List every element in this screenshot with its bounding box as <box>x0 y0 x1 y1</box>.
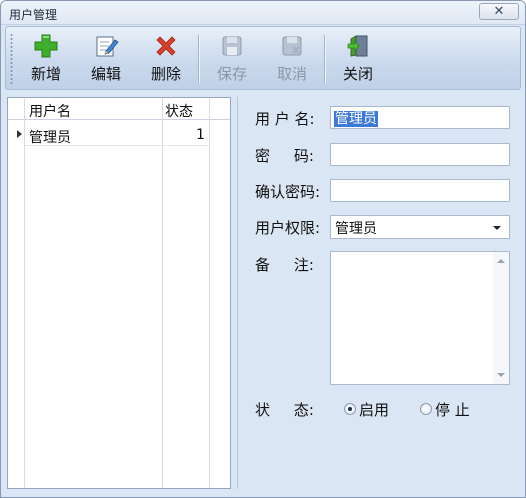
username-label: 用 户 名: <box>255 110 315 128</box>
grid-header: 用户名 状态 <box>8 98 230 120</box>
remark-scrollbar[interactable] <box>493 252 509 384</box>
scroll-down-icon[interactable] <box>497 373 505 377</box>
save-button-label: 保存 <box>216 65 247 83</box>
column-divider <box>209 98 210 488</box>
username-value: 管理员 <box>334 111 378 127</box>
delete-icon <box>156 36 176 56</box>
add-icon <box>34 34 58 58</box>
toolbar-separator <box>324 35 326 83</box>
cell-status: 1 <box>196 127 205 143</box>
toolbar-grip[interactable] <box>10 33 13 85</box>
delete-button-label: 删除 <box>150 65 181 83</box>
edit-icon <box>96 36 119 57</box>
cancel-icon <box>282 36 302 56</box>
cell-username: 管理员 <box>29 130 71 146</box>
user-management-window: 用户管理 ✕ 新增 编辑 删除 保存 取消 关闭 用户名 状态 管理员 1 用 … <box>0 0 526 498</box>
toolbar: 新增 编辑 删除 保存 取消 关闭 <box>5 26 521 90</box>
permission-select[interactable]: 管理员 <box>330 215 510 239</box>
row-divider <box>25 145 210 146</box>
column-header-status[interactable]: 状态 <box>165 101 193 121</box>
username-input[interactable]: 管理员 <box>330 106 510 129</box>
save-button[interactable]: 保存 <box>206 31 258 87</box>
radio-enabled-icon[interactable] <box>344 403 356 415</box>
radio-stopped-label[interactable]: 停 止 <box>435 399 470 420</box>
permission-label: 用户权限: <box>255 219 321 237</box>
radio-stopped-icon[interactable] <box>420 403 432 415</box>
column-header-username[interactable]: 用户名 <box>29 101 71 121</box>
password-input[interactable] <box>330 143 510 166</box>
delete-button[interactable]: 删除 <box>140 31 192 87</box>
permission-value: 管理员 <box>335 221 377 237</box>
confirm-password-input[interactable] <box>330 179 510 202</box>
edit-button-label: 编辑 <box>90 65 121 83</box>
scroll-up-icon[interactable] <box>497 259 505 263</box>
toolbar-separator <box>198 35 200 83</box>
edit-button[interactable]: 编辑 <box>80 31 132 87</box>
close-window-button[interactable]: ✕ <box>479 3 519 20</box>
cancel-button-label: 取消 <box>276 65 307 83</box>
exit-icon <box>347 35 368 57</box>
user-grid[interactable]: 用户名 状态 管理员 1 <box>7 97 231 489</box>
close-button-label: 关闭 <box>342 65 373 83</box>
close-icon: ✕ <box>493 4 505 19</box>
add-button[interactable]: 新增 <box>20 31 72 87</box>
chevron-down-icon[interactable] <box>493 226 501 230</box>
row-header-divider <box>24 98 25 488</box>
column-divider <box>162 98 163 488</box>
remark-label: 备 注: <box>255 256 314 274</box>
remark-textarea[interactable] <box>330 251 510 385</box>
add-button-label: 新增 <box>30 65 61 83</box>
current-row-indicator <box>17 130 22 138</box>
password-label: 密 码: <box>255 147 314 165</box>
title-bar: 用户管理 ✕ <box>1 1 525 25</box>
status-label: 状 态: <box>255 401 314 419</box>
save-icon <box>222 36 242 56</box>
cancel-button[interactable]: 取消 <box>266 31 318 87</box>
user-form: 用 户 名: 管理员 密 码: 确认密码: 用户权限: 管理员 备 注: 状 态… <box>237 97 521 489</box>
close-button[interactable]: 关闭 <box>332 31 384 87</box>
radio-enabled-label[interactable]: 启用 <box>359 399 389 420</box>
window-title: 用户管理 <box>9 8 58 22</box>
confirm-password-label: 确认密码: <box>255 183 321 201</box>
